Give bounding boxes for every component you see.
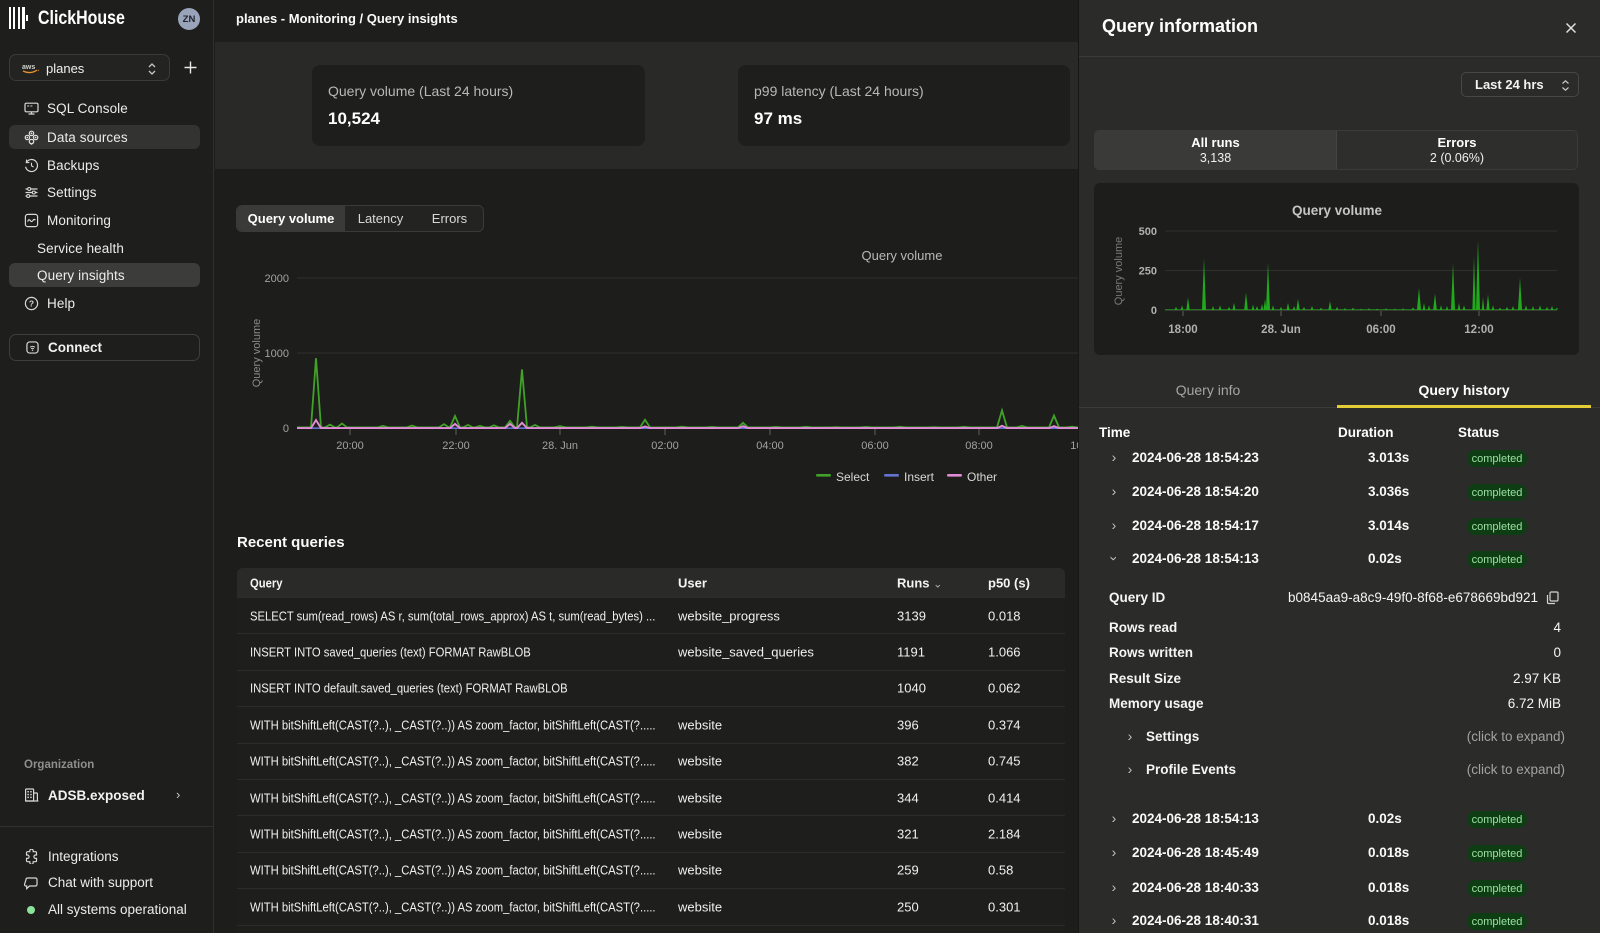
svg-text:18:00: 18:00: [1168, 324, 1197, 336]
svg-text:12:00: 12:00: [1464, 324, 1493, 336]
svg-text:Other: Other: [967, 470, 997, 484]
svg-text:2000: 2000: [265, 273, 289, 285]
svg-text:08:00: 08:00: [965, 440, 993, 452]
svg-text:20:00: 20:00: [336, 440, 364, 452]
svg-text:500: 500: [1139, 226, 1157, 238]
svg-text:04:00: 04:00: [756, 440, 784, 452]
svg-text:28. Jun: 28. Jun: [1261, 324, 1301, 336]
svg-text:?: ?: [29, 298, 34, 308]
svg-text:Query volume: Query volume: [1113, 237, 1125, 305]
svg-text:250: 250: [1139, 266, 1157, 278]
svg-text:0: 0: [283, 423, 289, 435]
svg-text:06:00: 06:00: [861, 440, 889, 452]
svg-text:22:00: 22:00: [442, 440, 470, 452]
svg-text:1000: 1000: [265, 348, 289, 360]
svg-text:0: 0: [1151, 305, 1157, 317]
svg-text:Query volume: Query volume: [862, 248, 943, 263]
svg-text:Select: Select: [836, 470, 870, 484]
svg-text:Query volume: Query volume: [1292, 203, 1383, 218]
svg-text:Query volume: Query volume: [251, 319, 263, 387]
svg-text:28. Jun: 28. Jun: [542, 440, 578, 452]
svg-text:Insert: Insert: [904, 470, 935, 484]
svg-text:06:00: 06:00: [1366, 324, 1395, 336]
svg-text:02:00: 02:00: [651, 440, 679, 452]
svg-text:aws: aws: [22, 64, 35, 71]
